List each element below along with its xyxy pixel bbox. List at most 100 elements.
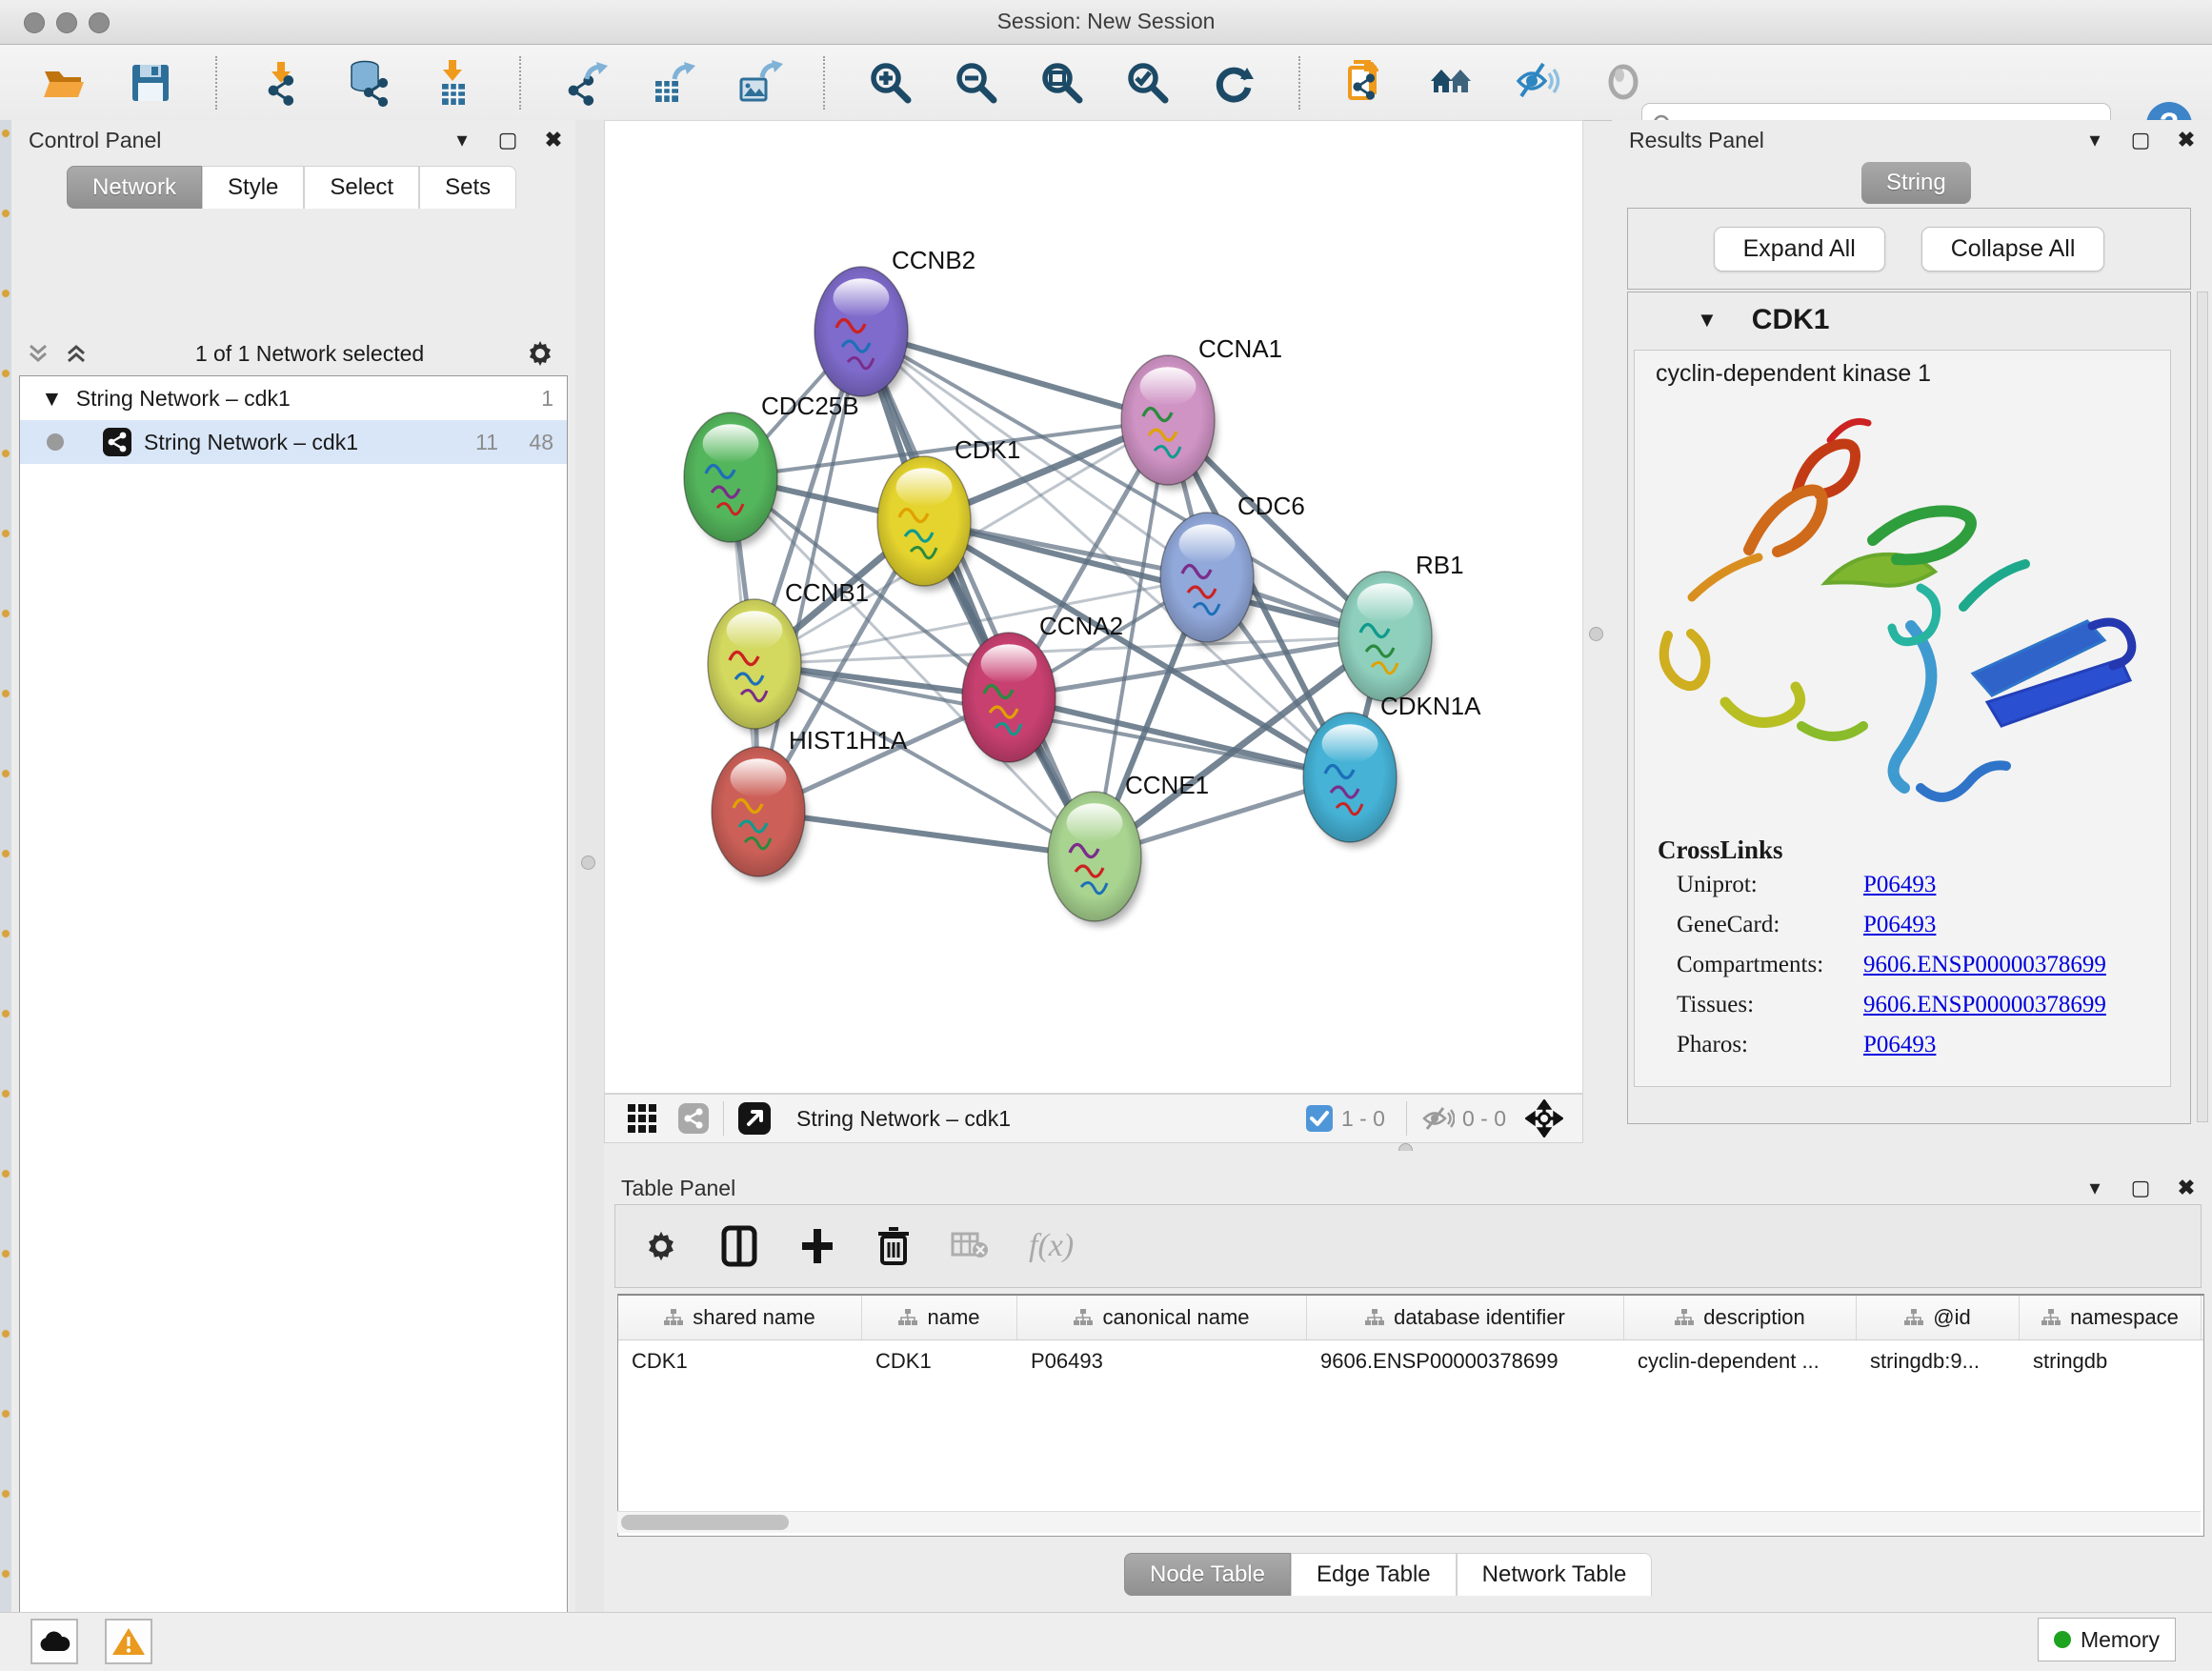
node-CCNA1[interactable]: CCNA1	[1121, 334, 1282, 490]
column-header-sharedname[interactable]: shared name	[618, 1296, 862, 1339]
zoom-out-button[interactable]	[950, 56, 1003, 110]
network-share-icon[interactable]	[677, 1102, 710, 1135]
show-columns-icon[interactable]	[720, 1225, 758, 1267]
gene-section: ▼ CDK1 cyclin-dependent kinase 1	[1627, 292, 2191, 1124]
float-panel-icon[interactable]: ▢	[2128, 1176, 2153, 1200]
node-CDC6[interactable]: CDC6	[1160, 492, 1305, 647]
node-count: 11	[475, 430, 498, 455]
node-RB1[interactable]: RB1	[1338, 551, 1464, 706]
results-scrollbar[interactable]	[2197, 292, 2208, 1122]
expand-all-button[interactable]: Expand All	[1714, 227, 1885, 272]
warnings-button[interactable]	[105, 1619, 152, 1664]
network-options-gear-icon[interactable]	[524, 337, 556, 370]
column-header-id[interactable]: @id	[1857, 1296, 2020, 1339]
node-HIST1H1A[interactable]: HIST1H1A	[712, 726, 908, 881]
toolbar-separator	[823, 56, 826, 110]
column-header-namespace[interactable]: namespace	[2020, 1296, 2202, 1339]
create-column-plus-icon[interactable]	[798, 1225, 836, 1267]
collapse-all-networks-icon[interactable]	[25, 340, 51, 367]
network-collection-row[interactable]: ▼ String Network – cdk1 1	[20, 376, 567, 420]
column-header-canonicalname[interactable]: canonical name	[1017, 1296, 1307, 1339]
node-label-CCNB2: CCNB2	[892, 246, 975, 274]
collection-expand-icon[interactable]: ▼	[41, 386, 63, 412]
folder-open-button[interactable]	[38, 56, 91, 110]
crosslink-link[interactable]: P06493	[1863, 1032, 1936, 1058]
show-all-button[interactable]	[1597, 56, 1650, 110]
import-table-button[interactable]	[428, 56, 481, 110]
cloud-button[interactable]	[30, 1619, 78, 1664]
table-hscrollbar[interactable]	[617, 1511, 2201, 1533]
table-settings-gear-icon[interactable]	[642, 1227, 680, 1265]
network-list: ▼ String Network – cdk1 1 String Network…	[19, 375, 568, 1671]
crosslink-link[interactable]: 9606.ENSP00000378699	[1863, 952, 2106, 978]
splitter-grip[interactable]	[1589, 627, 1603, 641]
export-image-button[interactable]	[732, 56, 785, 110]
export-network-button[interactable]	[560, 56, 613, 110]
fit-selected-crosshair-icon[interactable]	[1525, 1099, 1563, 1137]
edge-CCNB2-CCNE1[interactable]	[861, 332, 1095, 856]
float-panel-icon[interactable]: ▢	[2128, 128, 2153, 152]
export-table-button[interactable]	[646, 56, 699, 110]
splitter-grip[interactable]	[581, 856, 595, 870]
import-database-button[interactable]	[342, 56, 395, 110]
tab-sets[interactable]: Sets	[419, 166, 516, 209]
export-network-icon	[562, 58, 612, 108]
delete-column-trash-icon[interactable]	[876, 1225, 911, 1267]
crosslink-row: Tissues:9606.ENSP00000378699	[1635, 985, 2170, 1025]
warning-icon	[111, 1626, 146, 1657]
network-row-selected[interactable]: String Network – cdk1 11 48	[20, 420, 567, 464]
table-hscroll-thumb[interactable]	[621, 1515, 789, 1530]
collapse-all-button[interactable]: Collapse All	[1921, 227, 2105, 272]
network-summary-row: 1 of 1 Network selected	[19, 332, 568, 375]
birdseye-view-icon[interactable]	[626, 1102, 658, 1135]
edge-HIST1H1A-CCNE1[interactable]	[758, 812, 1095, 856]
tab-select[interactable]: Select	[304, 166, 419, 209]
string-home-button[interactable]	[1425, 56, 1478, 110]
node-CDKN1A[interactable]: CDKN1A	[1303, 692, 1481, 847]
column-header-databaseidentifier[interactable]: database identifier	[1307, 1296, 1624, 1339]
column-header-description[interactable]: description	[1624, 1296, 1857, 1339]
refresh-button[interactable]	[1207, 56, 1260, 110]
table-row[interactable]: CDK1CDK1P064939606.ENSP00000378699cyclin…	[618, 1340, 2203, 1382]
collapse-panel-icon[interactable]: ▾	[2082, 1176, 2107, 1200]
node-label-HIST1H1A: HIST1H1A	[789, 726, 908, 755]
tab-network-table[interactable]: Network Table	[1457, 1553, 1653, 1596]
hidden-eye-slash-icon[interactable]	[1420, 1104, 1455, 1133]
tab-node-table[interactable]: Node Table	[1124, 1553, 1291, 1596]
collapse-panel-icon[interactable]: ▾	[450, 128, 474, 152]
close-panel-icon[interactable]: ✖	[541, 128, 566, 152]
tab-network[interactable]: Network	[67, 166, 202, 209]
results-actions: Expand All Collapse All	[1627, 208, 2191, 290]
zoom-fit-button[interactable]	[1036, 56, 1089, 110]
crosslink-link[interactable]: P06493	[1863, 872, 1936, 898]
column-header-label: description	[1703, 1305, 1804, 1330]
collapse-panel-icon[interactable]: ▾	[2082, 128, 2107, 152]
folder-open-icon	[40, 58, 90, 108]
crosslink-link[interactable]: P06493	[1863, 912, 1936, 938]
crosslink-link[interactable]: 9606.ENSP00000378699	[1863, 992, 2106, 1018]
zoom-selected-button[interactable]	[1121, 56, 1175, 110]
close-panel-icon[interactable]: ✖	[2174, 1176, 2199, 1200]
column-header-name[interactable]: name	[862, 1296, 1017, 1339]
panel-splitter-vertical[interactable]	[575, 120, 604, 1612]
float-panel-icon[interactable]: ▢	[495, 128, 520, 152]
node-CCNE1[interactable]: CCNE1	[1048, 771, 1209, 926]
memory-button[interactable]: Memory	[2038, 1618, 2176, 1661]
tab-string[interactable]: String	[1861, 162, 1971, 204]
open-in-new-window-icon[interactable]	[737, 1101, 772, 1136]
close-panel-icon[interactable]: ✖	[2174, 128, 2199, 152]
main-toolbar: ?	[0, 45, 2212, 121]
save-button[interactable]	[124, 56, 177, 110]
selected-checkbox-icon[interactable]	[1305, 1104, 1334, 1133]
expand-all-networks-icon[interactable]	[63, 340, 90, 367]
network-canvas[interactable]: CCNB2 CCNA1 CDC25B CDK1 CDC6 RB1 CCNB1	[604, 120, 1583, 1094]
import-network-button[interactable]	[256, 56, 310, 110]
node-CCNB2[interactable]: CCNB2	[814, 246, 975, 401]
crosslink-row: Uniprot:P06493	[1635, 865, 2170, 905]
tab-style[interactable]: Style	[202, 166, 304, 209]
tab-edge-table[interactable]: Edge Table	[1291, 1553, 1457, 1596]
document-share-button[interactable]	[1339, 56, 1393, 110]
zoom-in-button[interactable]	[864, 56, 917, 110]
hide-selected-button[interactable]	[1511, 56, 1564, 110]
gene-collapse-icon[interactable]: ▼	[1697, 308, 1718, 332]
